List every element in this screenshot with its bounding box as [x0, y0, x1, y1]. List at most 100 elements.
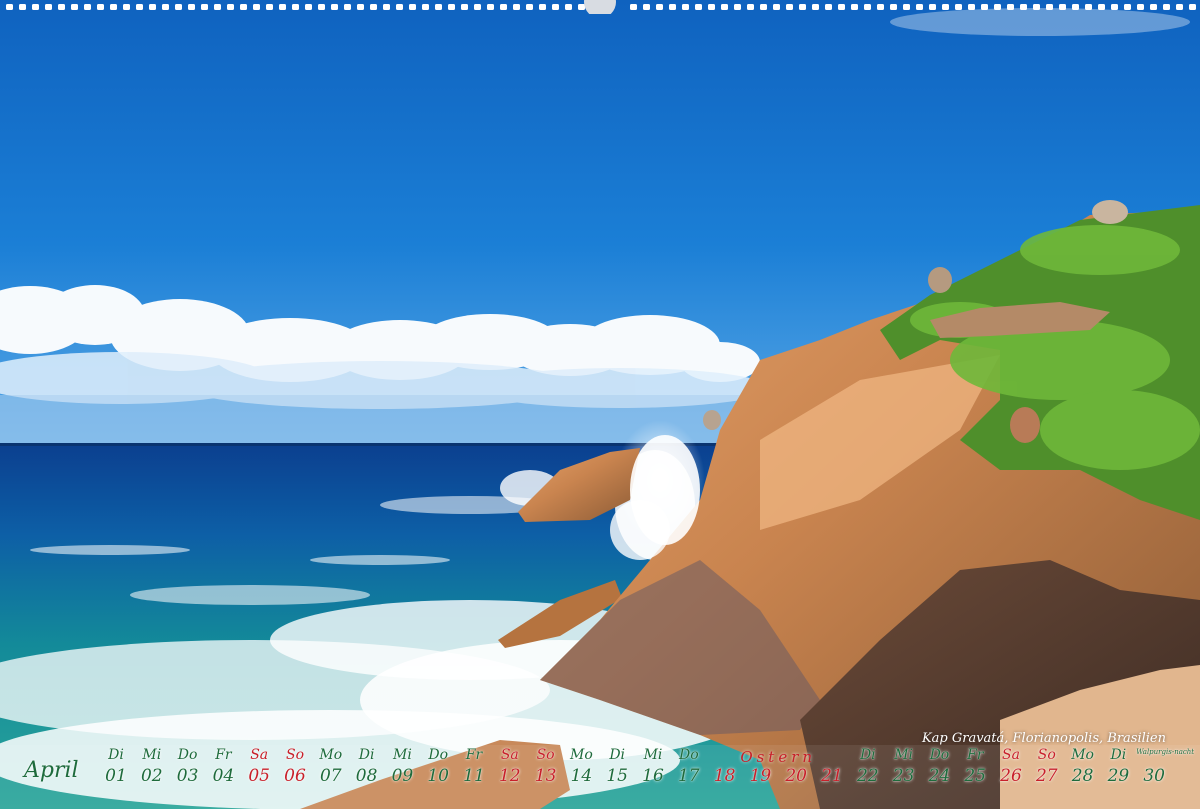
- binding-hole: [45, 4, 52, 10]
- binding-hole: [435, 4, 442, 10]
- calendar-day: Fr 04: [205, 748, 241, 785]
- calendar-day: Mi 16: [635, 748, 671, 785]
- binding-hole: [890, 4, 897, 10]
- binding-hole: [461, 4, 468, 10]
- binding-hole: [799, 4, 806, 10]
- day-number: 01: [105, 766, 127, 786]
- day-number: 30: [1143, 766, 1165, 786]
- weekday-label: Fr: [966, 747, 984, 763]
- binding-hole: [370, 4, 377, 10]
- binding-hole: [6, 4, 13, 10]
- binding-hole: [1111, 4, 1118, 10]
- binding-hole: [357, 4, 364, 10]
- calendar-day: Mo 28: [1065, 748, 1101, 785]
- binding-hole: [578, 4, 585, 10]
- day-number: 27: [1035, 766, 1058, 786]
- weekday-label: Di: [859, 747, 876, 763]
- calendar-day: Di 29: [1100, 748, 1136, 785]
- day-number: 11: [463, 766, 485, 786]
- day-number: 21: [821, 766, 843, 786]
- binding-hole: [695, 4, 702, 10]
- day-number: 24: [928, 766, 951, 786]
- binding-hole: [721, 4, 728, 10]
- day-number: 14: [570, 766, 593, 786]
- calendar-day: Walpurgis-nacht 30: [1136, 748, 1195, 786]
- hanger-notch: [584, 0, 616, 14]
- binding-hole: [825, 4, 832, 10]
- calendar-day: Di 08: [349, 748, 385, 785]
- binding-hole: [1163, 4, 1170, 10]
- weekday-label: Di: [108, 747, 124, 763]
- day-number: 07: [319, 766, 342, 786]
- binding-hole: [292, 4, 299, 10]
- calendar-day: So 13: [528, 748, 564, 785]
- coastal-photo: [0, 0, 1200, 809]
- day-number: 06: [284, 766, 306, 786]
- calendar-day: Mo 14: [563, 748, 599, 785]
- binding-hole: [422, 4, 429, 10]
- binding-hole: [955, 4, 962, 10]
- binding-hole: [409, 4, 416, 10]
- binding-hole: [214, 4, 221, 10]
- day-number: 08: [355, 766, 378, 786]
- weekday-label: Di: [358, 747, 375, 763]
- binding-hole: [1176, 4, 1183, 10]
- binding-hole: [1150, 4, 1157, 10]
- month-name: April: [24, 758, 79, 783]
- weekday-label: So: [1037, 747, 1056, 763]
- binding-hole: [630, 4, 637, 10]
- binding-hole: [1033, 4, 1040, 10]
- weekday-label: Walpurgis-nacht: [1136, 748, 1195, 756]
- day-number: 15: [606, 766, 628, 786]
- weekday-label: Di: [1110, 747, 1127, 763]
- weekday-label: Sa: [1002, 747, 1020, 763]
- binding-hole: [773, 4, 780, 10]
- calendar-day: Mi 23: [886, 748, 922, 785]
- day-number: 25: [964, 766, 986, 786]
- binding-hole: [643, 4, 650, 10]
- day-number: 12: [498, 766, 521, 786]
- calendar-day: Sa 05: [241, 748, 277, 785]
- binding-hole: [266, 4, 273, 10]
- day-number: 23: [892, 766, 915, 786]
- day-number: 29: [1107, 766, 1130, 786]
- binding-hole: [1098, 4, 1105, 10]
- day-number: 03: [176, 766, 199, 786]
- binding-hole: [539, 4, 546, 10]
- binding-hole: [84, 4, 91, 10]
- binding-hole: [201, 4, 208, 10]
- binding-hole: [942, 4, 949, 10]
- calendar-day: Di 15: [599, 748, 635, 785]
- binding-hole: [136, 4, 143, 10]
- binding-hole: [344, 4, 351, 10]
- calendar-day: Do 03: [170, 748, 206, 785]
- weekday-label: Fr: [465, 747, 483, 763]
- binding-hole: [565, 4, 572, 10]
- binding-hole: [734, 4, 741, 10]
- binding-hole: [1189, 4, 1196, 10]
- binding-hole: [1124, 4, 1131, 10]
- binding-hole: [864, 4, 871, 10]
- day-number: 20: [785, 766, 807, 786]
- binding-hole: [708, 4, 715, 10]
- binding-hole: [279, 4, 286, 10]
- weekday-label: Do: [678, 747, 699, 763]
- weekday-label: So: [285, 747, 305, 763]
- binding-hole: [1072, 4, 1079, 10]
- weekday-label: Do: [929, 747, 950, 763]
- binding-hole: [760, 4, 767, 10]
- binding-hole: [656, 4, 663, 10]
- day-number: 09: [391, 766, 414, 786]
- day-number: 26: [1000, 766, 1022, 786]
- binding-hole: [71, 4, 78, 10]
- calendar-day: So 27: [1029, 748, 1065, 785]
- day-number: 13: [534, 766, 557, 786]
- calendar-day: Mi 02: [134, 748, 170, 785]
- binding-hole: [851, 4, 858, 10]
- binding-hole: [929, 4, 936, 10]
- binding-hole: [448, 4, 455, 10]
- calendar-days-row: Di 01 Mi 02 Do 03 Fr 04 Sa 05 So 06 Mo 07 Di 08 Mi 09 Do 10…: [98, 747, 1195, 796]
- binding-hole: [331, 4, 338, 10]
- binding-hole: [19, 4, 26, 10]
- binding-hole: [97, 4, 104, 10]
